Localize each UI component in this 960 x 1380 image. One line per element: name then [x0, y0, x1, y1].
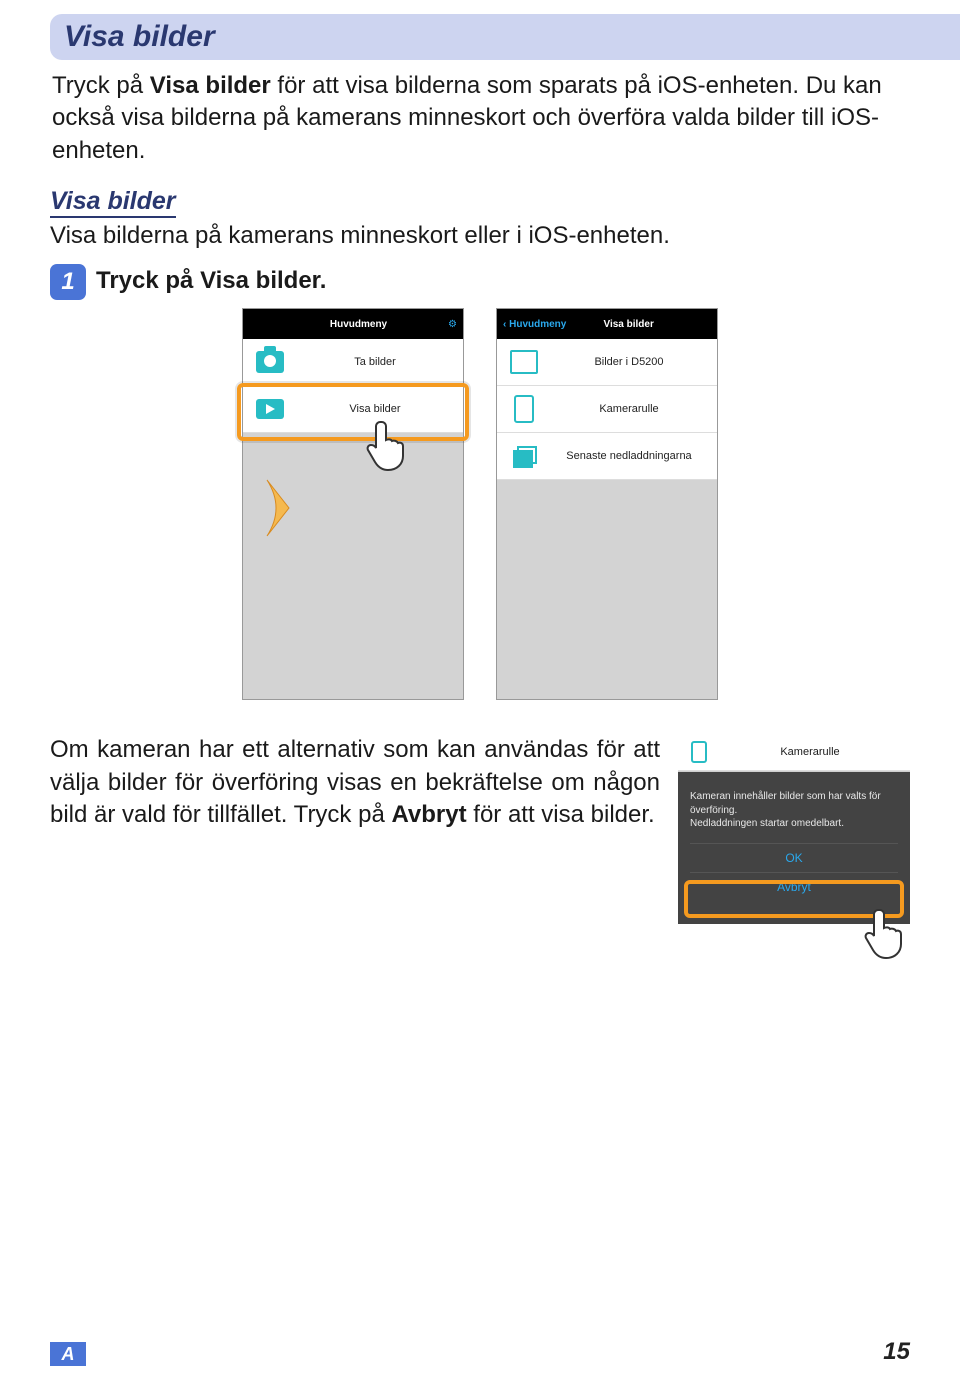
- row-label: Kamerarulle: [551, 403, 707, 415]
- side-row-camera-roll: Kamerarulle: [678, 734, 910, 771]
- intro-bold: Visa bilder: [150, 72, 271, 99]
- subheading-link: Visa bilder: [50, 187, 176, 218]
- menu-row-view-pictures: Visa bilder: [243, 386, 463, 433]
- section-title: Visa bilder: [64, 20, 960, 54]
- phone-left-title: Huvudmeny: [269, 319, 448, 330]
- section-title-bar: Visa bilder: [50, 14, 960, 60]
- screenshot-pair: Huvudmeny ⚙ Ta bilder Visa bilder ‹ Huv: [50, 308, 910, 718]
- lower-t2: för att visa bilder.: [467, 801, 655, 828]
- dialog-message: Kameran innehåller bilder som har valts …: [690, 790, 898, 831]
- dialog-ok-button: OK: [690, 843, 898, 872]
- page-number: 15: [883, 1338, 910, 1366]
- row-label: Senaste nedladdningarna: [551, 450, 707, 462]
- dialog-screenshot: Kamerarulle Kameran innehåller bilder so…: [678, 734, 910, 944]
- stack-icon: [507, 442, 541, 470]
- menu-row-latest-downloads: Senaste nedladdningarna: [497, 433, 717, 480]
- phone-icon: [507, 395, 541, 423]
- phone-left-topbar: Huvudmeny ⚙: [243, 309, 463, 339]
- play-icon: [253, 395, 287, 423]
- page-footer: A 15: [50, 1338, 910, 1366]
- intro-paragraph: Tryck på Visa bilder för att visa bilder…: [52, 70, 910, 167]
- phone-right-topbar: ‹ Huvudmeny Visa bilder: [497, 309, 717, 339]
- lower-paragraph: Om kameran har ett alternativ som kan an…: [50, 734, 660, 944]
- back-button: ‹ Huvudmeny: [503, 319, 566, 330]
- row-label: Bilder i D5200: [551, 356, 707, 368]
- settings-icon: ⚙: [448, 319, 457, 330]
- transition-arrow-icon: [265, 478, 291, 538]
- phone-icon: [686, 741, 712, 763]
- pointer-hand-icon: [358, 414, 418, 474]
- subheading-text: Visa bilderna på kamerans minneskort ell…: [50, 222, 910, 250]
- phone-right: ‹ Huvudmeny Visa bilder Bilder i D5200 K…: [496, 308, 718, 700]
- menu-row-images-in-camera: Bilder i D5200: [497, 339, 717, 386]
- row-label: Kamerarulle: [718, 746, 902, 758]
- intro-pre: Tryck på: [52, 72, 150, 99]
- menu-row-take-pictures: Ta bilder: [243, 339, 463, 386]
- phone-right-title: Visa bilder: [566, 319, 691, 330]
- menu-row-camera-roll: Kamerarulle: [497, 386, 717, 433]
- frame-icon: [507, 348, 541, 376]
- pointer-hand-icon: [856, 902, 916, 962]
- section-badge: A: [50, 1342, 86, 1366]
- step-1: 1 Tryck på Visa bilder.: [50, 264, 910, 300]
- lower-bold: Avbryt: [391, 801, 466, 828]
- step-instruction: Tryck på Visa bilder.: [96, 264, 326, 295]
- camera-icon: [253, 348, 287, 376]
- lower-section: Om kameran har ett alternativ som kan an…: [50, 734, 910, 944]
- step-number-badge: 1: [50, 264, 86, 300]
- row-label: Ta bilder: [297, 356, 453, 368]
